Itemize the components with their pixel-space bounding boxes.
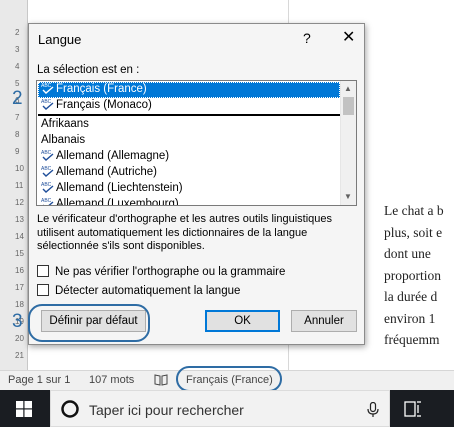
document-line: fréquemm bbox=[384, 332, 440, 347]
ruler-mark: 4 bbox=[15, 62, 20, 71]
svg-text:ABC: ABC bbox=[41, 198, 52, 204]
listbox-scrollbar[interactable]: ▲ ▼ bbox=[340, 81, 356, 205]
document-line: plus, soit e bbox=[384, 224, 443, 240]
svg-text:ABC: ABC bbox=[41, 83, 52, 89]
scroll-up-icon[interactable]: ▲ bbox=[344, 84, 352, 93]
language-list-item[interactable]: ABC Allemand (Allemagne) bbox=[38, 149, 340, 165]
language-dialog: Langue ? ✕ La sélection est en : ▲ ▼ ABC… bbox=[28, 23, 365, 345]
spellcheck-icon: ABC bbox=[41, 82, 55, 94]
svg-text:ABC: ABC bbox=[41, 166, 52, 172]
spellcheck-icon: ABC bbox=[41, 149, 55, 161]
windows-start-icon[interactable] bbox=[16, 401, 32, 420]
language-label: Albanais bbox=[41, 134, 86, 146]
no-proofing-checkbox[interactable]: Ne pas vérifier l'orthographe ou la gram… bbox=[37, 265, 285, 278]
ruler-mark: 9 bbox=[15, 147, 20, 156]
language-list-item[interactable]: Afrikaans bbox=[38, 117, 340, 133]
ruler-mark: 17 bbox=[15, 283, 24, 292]
language-label: Allemand (Autriche) bbox=[56, 166, 157, 178]
list-separator bbox=[38, 114, 340, 116]
svg-text:ABC: ABC bbox=[41, 182, 52, 188]
taskbar: Taper ici pour rechercher bbox=[0, 390, 454, 427]
dialog-description: Le vérificateur d'orthographe et les aut… bbox=[37, 213, 332, 252]
spellcheck-icon: ABC bbox=[41, 165, 55, 177]
ruler-mark: 7 bbox=[15, 113, 20, 122]
cortana-icon bbox=[61, 400, 79, 418]
language-list-item[interactable]: ABC Allemand (Luxembourg) bbox=[38, 197, 340, 206]
language-label: Allemand (Luxembourg) bbox=[56, 198, 179, 206]
close-icon[interactable]: ✕ bbox=[342, 27, 355, 47]
document-line: proportion bbox=[384, 267, 441, 283]
word-count[interactable]: 107 mots bbox=[89, 374, 134, 386]
ruler-mark: 12 bbox=[15, 198, 24, 207]
proofing-icon[interactable] bbox=[154, 373, 168, 389]
task-view-icon[interactable] bbox=[404, 401, 422, 420]
scroll-thumb[interactable] bbox=[343, 97, 354, 115]
language-label: Allemand (Allemagne) bbox=[56, 150, 170, 162]
checkbox-box[interactable] bbox=[37, 284, 49, 296]
language-list-item[interactable]: ABC Français (France) bbox=[38, 82, 340, 98]
page-count[interactable]: Page 1 sur 1 bbox=[8, 374, 70, 386]
callout-ring-language bbox=[176, 366, 282, 392]
detect-language-checkbox[interactable]: Détecter automatiquement la langue bbox=[37, 284, 240, 297]
checkbox-label: Détecter automatiquement la langue bbox=[55, 285, 241, 297]
language-label: Français (Monaco) bbox=[56, 99, 152, 111]
taskbar-search[interactable]: Taper ici pour rechercher bbox=[50, 390, 390, 427]
microphone-icon[interactable] bbox=[367, 402, 379, 418]
language-list-item[interactable]: ABC Allemand (Liechtenstein) bbox=[38, 181, 340, 197]
ruler-mark: 5 bbox=[15, 79, 20, 88]
ruler-mark: 8 bbox=[15, 130, 20, 139]
svg-text:ABC: ABC bbox=[41, 99, 52, 105]
language-label: Allemand (Liechtenstein) bbox=[56, 182, 183, 194]
document-line: environ 1 bbox=[384, 310, 436, 326]
dialog-title: Langue bbox=[38, 32, 82, 47]
ruler-mark: 21 bbox=[15, 351, 24, 360]
spellcheck-icon: ABC bbox=[41, 98, 55, 110]
language-listbox[interactable]: ▲ ▼ ABC Français (France) ABC Français (Mon… bbox=[36, 80, 357, 206]
ruler-mark: 14 bbox=[15, 232, 24, 241]
checkbox-box[interactable] bbox=[37, 265, 49, 277]
document-line: dont une bbox=[384, 246, 431, 261]
spellcheck-icon: ABC bbox=[41, 197, 55, 205]
ruler-mark: 13 bbox=[15, 215, 24, 224]
selection-label: La sélection est en : bbox=[37, 64, 140, 76]
ruler-mark: 3 bbox=[15, 45, 20, 54]
language-list-item[interactable]: Albanais bbox=[38, 133, 340, 149]
language-label: Afrikaans bbox=[41, 118, 89, 130]
ruler-mark: 18 bbox=[15, 300, 24, 309]
language-label: Français (France) bbox=[56, 83, 147, 95]
help-icon[interactable]: ? bbox=[303, 30, 311, 46]
checkbox-label: Ne pas vérifier l'orthographe ou la gram… bbox=[55, 266, 286, 278]
document-line: Le chat a b bbox=[384, 203, 444, 218]
cancel-button[interactable]: Annuler bbox=[291, 310, 357, 332]
ruler-mark: 16 bbox=[15, 266, 24, 275]
ruler-mark: 20 bbox=[15, 334, 24, 343]
ruler-mark: 15 bbox=[15, 249, 24, 258]
svg-text:ABC: ABC bbox=[41, 150, 52, 156]
annotation-3: 3 bbox=[12, 311, 23, 332]
callout-ring-default bbox=[28, 304, 150, 342]
search-placeholder: Taper ici pour rechercher bbox=[89, 402, 244, 418]
ok-button[interactable]: OK bbox=[205, 310, 280, 332]
spellcheck-icon: ABC bbox=[41, 181, 55, 193]
scroll-down-icon[interactable]: ▼ bbox=[344, 192, 352, 201]
ruler-mark: 2 bbox=[15, 28, 20, 37]
document-text[interactable]: Le chat a b plus, soit e dont une propor… bbox=[384, 200, 454, 351]
annotation-2: 2 bbox=[12, 88, 23, 109]
ruler-mark: 10 bbox=[15, 164, 24, 173]
language-list-item[interactable]: ABC Français (Monaco) bbox=[38, 98, 340, 114]
ruler-mark: 11 bbox=[15, 181, 24, 190]
document-line: la durée d bbox=[384, 289, 438, 304]
language-list-item[interactable]: ABC Allemand (Autriche) bbox=[38, 165, 340, 181]
